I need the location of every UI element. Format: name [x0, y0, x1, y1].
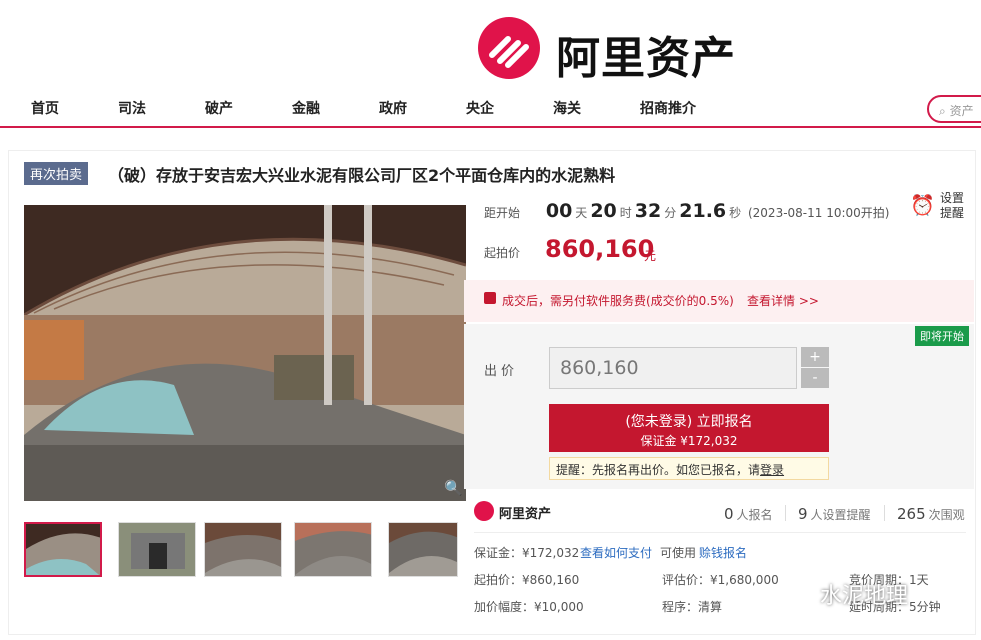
zoom-icon[interactable]: 🔍 [444, 479, 464, 499]
watermark: 水泥地理 [820, 584, 909, 609]
deposit-info: 保证金：¥172,032 [474, 546, 580, 560]
thumbnail-image [205, 523, 281, 576]
main-product-image[interactable] [24, 205, 466, 501]
section-divider [474, 532, 966, 533]
thumbnail-4[interactable] [294, 522, 372, 577]
eval-price-info: 评估价：¥1,680,000 [662, 573, 779, 587]
signup-main-label: (您未登录) 立即报名 [625, 414, 753, 430]
credit-signup-link[interactable]: 赊钱报名 [699, 544, 747, 561]
main-nav: 首页 司法 破产 金融 政府 央企 海关 招商推介 [0, 92, 981, 128]
countdown-days: 00 [545, 200, 573, 222]
thumbnail-image [119, 523, 195, 576]
divider [785, 505, 786, 521]
countdown-days-unit: 天 [575, 206, 588, 220]
reminder-count-label: 人设置提醒 [810, 508, 871, 522]
view-count-value: 265 [897, 505, 926, 523]
alarm-clock-icon[interactable]: ⏰ [910, 193, 935, 217]
view-count: 265 次围观 [897, 505, 965, 523]
signup-button[interactable]: (您未登录) 立即报名 保证金 ¥172,032 [549, 404, 829, 452]
countdown-label: 距开始 [484, 206, 521, 220]
set-reminder-button[interactable]: 设置提醒 [940, 191, 968, 221]
login-tip-text: 提醒：先报名再出价。如您已报名，请 [556, 463, 761, 477]
how-to-pay-link[interactable]: 查看如何支付 [580, 544, 652, 561]
nav-item-investment[interactable]: 招商推介 [640, 98, 696, 118]
thumbnail-2[interactable] [118, 522, 196, 577]
signup-count-value: 0 [724, 505, 734, 523]
countdown-hours-unit: 时 [619, 206, 632, 220]
signup-deposit-label: 保证金 ¥172,032 [640, 434, 738, 448]
service-fee-text: 成交后，需另付软件服务费(成交价的0.5%) [502, 294, 734, 308]
countdown-minutes-unit: 分 [664, 206, 677, 220]
gift-icon [484, 292, 496, 304]
countdown-minutes: 32 [634, 200, 662, 222]
brand-logo-text[interactable]: 阿里资产 [556, 22, 736, 86]
thumbnail-3[interactable] [204, 522, 282, 577]
decrease-button[interactable]: - [801, 368, 829, 388]
nav-item-home[interactable]: 首页 [31, 98, 59, 118]
signup-count-label: 人报名 [736, 508, 773, 522]
countdown-seconds-unit: 秒 [729, 206, 742, 220]
signup-count: 0 人报名 [724, 505, 773, 523]
bid-label: 出价 [484, 364, 519, 379]
thumbnail-image [389, 523, 457, 576]
nav-item-judicial[interactable]: 司法 [118, 98, 146, 118]
start-price-unit: 元 [644, 249, 657, 263]
increment-info: 加价幅度：¥10,000 [474, 600, 584, 614]
start-time-note: (2023-08-11 10:00开拍) [747, 206, 890, 220]
login-tip: 提醒：先报名再出价。如您已报名，请登录 [549, 457, 829, 480]
nav-item-government[interactable]: 政府 [379, 98, 407, 118]
countdown-seconds: 21.6 [679, 200, 727, 222]
thumbnail-image [26, 524, 100, 575]
nav-item-customs[interactable]: 海关 [553, 98, 581, 118]
reminder-count: 9 人设置提醒 [798, 505, 871, 523]
increase-button[interactable]: + [801, 347, 829, 367]
aliasset-small-brand: 阿里资产 [499, 507, 552, 522]
thumbnail-image [295, 523, 371, 576]
start-price-value: 860,160 [545, 235, 655, 263]
countdown: 距开始 00 天 20 时 32 分 21.6 秒 (2023-08-11 10:00开拍) [484, 200, 889, 222]
login-link[interactable]: 登录 [760, 463, 784, 477]
countdown-hours: 20 [590, 200, 617, 222]
warehouse-photo [24, 205, 466, 501]
bid-amount-input[interactable]: 860,160 [549, 347, 797, 389]
view-count-label: 次围观 [928, 508, 965, 522]
nav-item-bankruptcy[interactable]: 破产 [205, 98, 233, 118]
search-input[interactable]: ⌕ 资产 [927, 95, 981, 123]
reminder-count-value: 9 [798, 505, 808, 523]
search-placeholder: 资产 [949, 104, 974, 118]
aliasset-logo-mark[interactable] [478, 17, 540, 79]
nav-item-soe[interactable]: 央企 [466, 98, 494, 118]
thumbnail-5[interactable] [388, 522, 458, 577]
start-price-label: 起拍价 [484, 246, 521, 260]
resale-badge: 再次拍卖 [24, 162, 89, 185]
status-badge: 即将开始 [915, 326, 969, 346]
search-icon: ⌕ [939, 104, 946, 118]
aliasset-small-logo-icon [474, 501, 494, 521]
thumbnail-1[interactable] [24, 522, 102, 577]
nav-item-finance[interactable]: 金融 [292, 98, 320, 118]
start-price-info: 起拍价：¥860,160 [474, 573, 580, 587]
view-details-link[interactable]: 查看详情 >> [747, 292, 819, 309]
logo-icon [489, 36, 529, 68]
pay-note: 可使用 [660, 546, 697, 560]
divider [884, 505, 885, 521]
procedure-info: 程序：清算 [662, 600, 723, 614]
item-title: （破）存放于安吉宏大兴业水泥有限公司厂区2个平面仓库内的水泥熟料 [108, 166, 616, 185]
